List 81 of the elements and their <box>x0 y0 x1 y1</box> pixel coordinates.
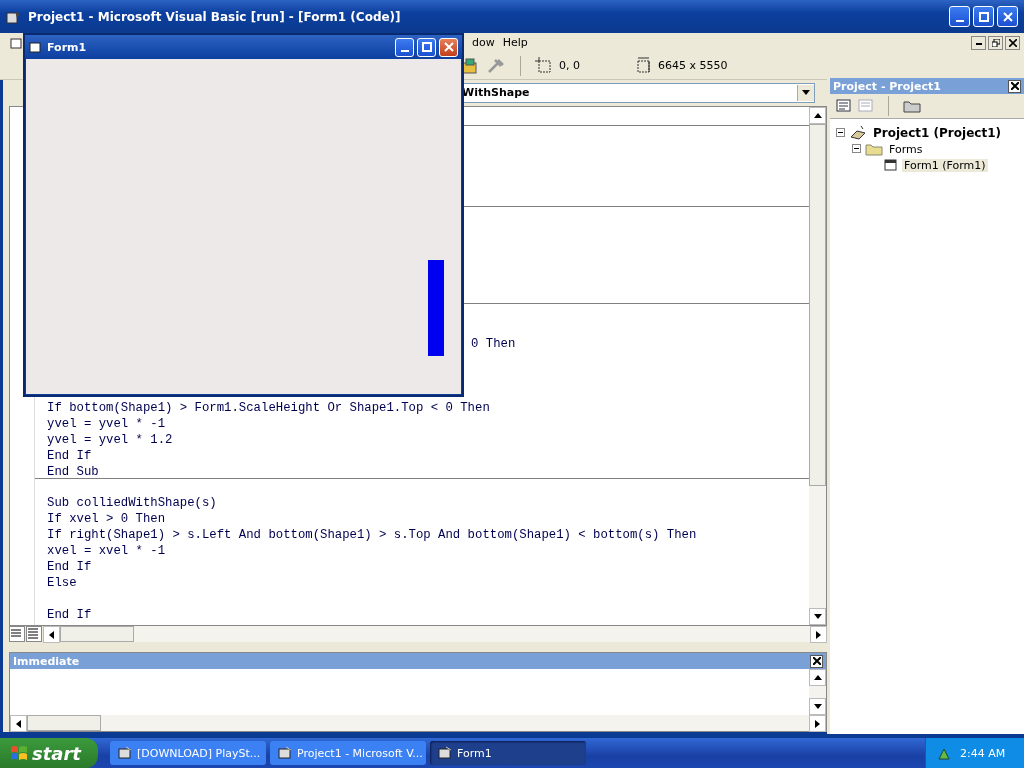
right-arrow-icon <box>815 719 820 728</box>
tree-item[interactable]: Project1 (Project1) <box>871 126 1003 140</box>
maximize-button[interactable] <box>417 37 436 57</box>
menu-item[interactable]: Help <box>502 36 528 49</box>
size-readout: 6645 x 5550 <box>658 59 728 72</box>
code-line: End Sub <box>47 463 100 480</box>
project-icon <box>849 125 867 141</box>
minimize-icon <box>975 42 982 45</box>
window-icon <box>118 746 132 760</box>
panel-title: Project - Project1 <box>833 79 942 93</box>
code-line: yvel = yvel * -1 <box>47 415 167 432</box>
window-title: Form1 <box>47 40 88 54</box>
code-line: yvel = yvel * 1.2 <box>47 431 174 448</box>
maximize-icon <box>421 42 432 52</box>
scroll-thumb[interactable] <box>60 626 134 642</box>
down-arrow-icon <box>813 614 822 619</box>
code-line: If bottom(Shape1) > Form1.ScaleHeight Or Shape1.Top < 0 Then <box>47 399 491 416</box>
taskbar-button[interactable]: Project1 - Microsoft V... <box>270 741 426 765</box>
form-icon <box>10 36 22 49</box>
code-line: If xvel > 0 Then <box>47 510 167 527</box>
close-icon <box>443 42 454 52</box>
procedure-view-icon[interactable] <box>9 626 25 642</box>
position-icon <box>535 56 553 75</box>
down-arrow-icon <box>813 704 822 709</box>
windows-logo-icon <box>10 744 28 762</box>
code-line: End If <box>47 447 93 464</box>
view-code-icon[interactable] <box>836 99 852 113</box>
code-line: End If <box>47 558 93 575</box>
window-title: Project1 - Microsoft Visual Basic [run] - [Form1 (Code)] <box>28 9 402 24</box>
horizontal-scrollbar[interactable] <box>10 715 826 731</box>
vertical-scrollbar[interactable] <box>809 669 826 715</box>
start-button[interactable]: start <box>0 738 98 768</box>
vertical-scrollbar[interactable] <box>809 106 826 625</box>
close-button[interactable] <box>1008 79 1021 93</box>
module-view-icon[interactable] <box>26 626 42 642</box>
form-window-dialog[interactable]: Form1 <box>23 33 464 397</box>
size-icon <box>634 56 652 75</box>
up-arrow-icon <box>813 675 822 680</box>
code-line: Sub colliedWithShape(s) <box>47 494 218 511</box>
code-line: Else <box>47 574 78 591</box>
horizontal-scrollbar[interactable] <box>43 626 827 642</box>
position-readout: 0, 0 <box>559 59 580 72</box>
scroll-thumb[interactable] <box>809 123 826 486</box>
restore-icon <box>991 38 1000 47</box>
taskbar-button[interactable]: Form1 <box>430 741 586 765</box>
maximize-icon <box>978 11 989 22</box>
minimize-icon <box>955 20 964 22</box>
collapse-toggle[interactable] <box>852 142 861 156</box>
collapse-toggle[interactable] <box>836 126 845 140</box>
panel-title: Immediate <box>13 654 81 668</box>
tree-item[interactable]: Form1 (Form1) <box>902 158 988 172</box>
restore-button[interactable] <box>988 35 1003 50</box>
close-button[interactable] <box>810 654 823 668</box>
scroll-thumb[interactable] <box>27 715 101 731</box>
form-icon <box>29 41 41 53</box>
left-arrow-icon <box>16 719 21 728</box>
tree-item[interactable]: Forms <box>887 142 925 156</box>
code-line: 0 Then <box>471 335 517 352</box>
close-button[interactable] <box>1005 35 1020 50</box>
close-icon <box>1010 82 1019 90</box>
form-icon <box>884 158 898 172</box>
close-icon <box>1002 11 1013 22</box>
minimize-button[interactable] <box>971 35 986 50</box>
folder-icon <box>865 142 883 156</box>
code-line: If right(Shape1) > s.Left And bottom(Shape1) > s.Top And bottom(Shape1) < bottom(s) Then <box>47 526 698 543</box>
caret-icon <box>802 90 810 96</box>
maximize-button[interactable] <box>973 6 994 27</box>
code-line: End If <box>47 606 93 623</box>
window-icon <box>278 746 292 760</box>
close-icon <box>812 657 821 665</box>
window-icon <box>438 746 452 760</box>
app-icon <box>6 8 22 25</box>
up-arrow-icon <box>813 112 822 118</box>
menu-item[interactable]: dow <box>472 36 495 49</box>
left-arrow-icon <box>49 630 54 639</box>
taskbar-button[interactable]: [DOWNLOAD] PlaySt... <box>110 741 266 765</box>
code-line: xvel = xvel * -1 <box>47 542 167 559</box>
clock: 2:44 AM <box>960 746 1006 760</box>
folder-icon[interactable] <box>903 99 921 113</box>
close-icon <box>1008 38 1017 47</box>
right-arrow-icon <box>816 630 821 639</box>
